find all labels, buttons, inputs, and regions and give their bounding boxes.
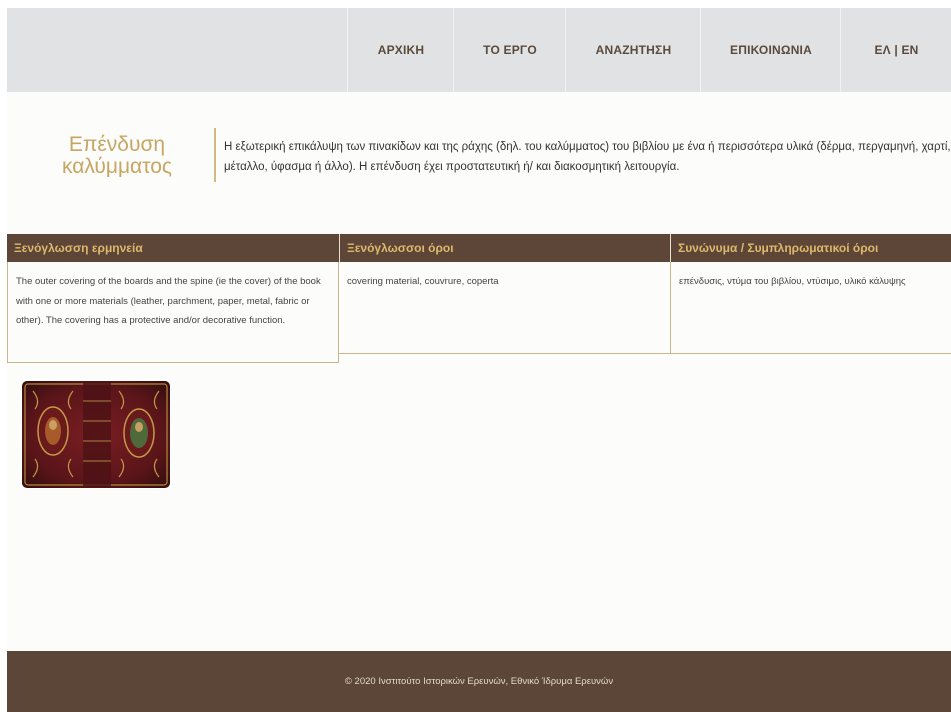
top-navigation: ΑΡΧΙΚΗ ΤΟ ΕΡΓΟ ΑΝΑΖΗΤΗΣΗ ΕΠΙΚΟΙΝΩΝΙΑ ΕΛ … [7,8,951,92]
language-switch[interactable]: ΕΛ | ΕΝ [840,8,951,92]
nav-item-contact[interactable]: ΕΠΙΚΟΙΝΩΝΙΑ [700,8,841,92]
foreign-interpretation-text: The outer covering of the boards and the… [7,262,339,363]
term-definition: Η εξωτερική επικάλυψη των πινακίδων και … [224,141,951,173]
foreign-terms-text: covering material, couvrure, coperta [339,262,670,354]
page: ΑΡΧΙΚΗ ΤΟ ΕΡΓΟ ΑΝΑΖΗΤΗΣΗ ΕΠΙΚΟΙΝΩΝΙΑ ΕΛ … [7,8,951,712]
nav-item-search[interactable]: ΑΝΑΖΗΤΗΣΗ [565,8,701,92]
header-foreign-terms: Ξενόγλωσσοι όροι [340,234,670,262]
nav-item-home[interactable]: ΑΡΧΙΚΗ [347,8,454,92]
header-foreign-interpretation: Ξενόγλωσση ερμηνεία [7,234,339,262]
header-synonyms: Συνώνυμα / Συμπληρωματικοί όροι [671,234,951,262]
title-divider [214,128,216,182]
term-title: Επένδυση καλύμματος [61,133,172,178]
nav-item-project[interactable]: ΤΟ ΕΡΓΟ [453,8,566,92]
footer: © 2020 Ινστιτούτο Ιστορικών Ερευνών, Εθν… [7,651,951,712]
book-cover-image[interactable] [21,379,171,489]
copyright-text: © 2020 Ινστιτούτο Ιστορικών Ερευνών, Εθν… [344,676,614,687]
synonyms-text: επένδυσις, ντύμα του βιβλίου, ντύσιμο, υ… [670,262,951,354]
